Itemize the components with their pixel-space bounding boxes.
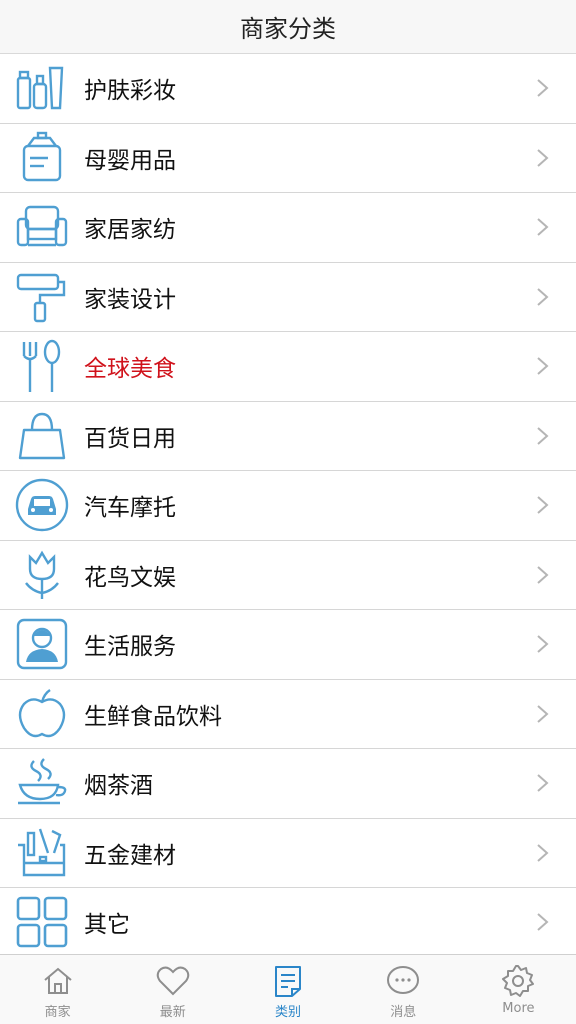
category-label: 护肤彩妆 <box>84 78 176 105</box>
category-label: 百货日用 <box>84 425 176 452</box>
tab-more[interactable]: More <box>461 955 576 1024</box>
baby-bottle-icon <box>0 123 84 192</box>
chevron-right-icon <box>537 774 549 792</box>
toolbox-icon <box>0 818 84 887</box>
tab-label: 最新 <box>159 1005 186 1020</box>
category-row-cosmetics[interactable]: 护肤彩妆 <box>0 54 576 124</box>
teacup-icon <box>0 749 84 818</box>
chevron-right-icon <box>537 496 549 514</box>
category-label: 生活服务 <box>84 634 176 661</box>
category-row-fresh[interactable]: 生鲜食品饮料 <box>0 679 576 749</box>
category-label: 家居家纺 <box>84 217 176 244</box>
category-row-daily[interactable]: 百货日用 <box>0 401 576 471</box>
category-row-baby[interactable]: 母婴用品 <box>0 123 576 193</box>
category-row-home[interactable]: 家居家纺 <box>0 193 576 263</box>
tab-label: 消息 <box>390 1005 417 1020</box>
tab-categories[interactable]: 类别 <box>230 955 345 1024</box>
gear-icon <box>502 965 535 997</box>
tab-merchants[interactable]: 商家 <box>0 955 115 1024</box>
apple-icon <box>0 679 84 748</box>
tab-label: More <box>502 1001 535 1016</box>
chat-bubble-icon <box>387 966 420 994</box>
category-row-auto[interactable]: 汽车摩托 <box>0 471 576 541</box>
category-label: 家装设计 <box>84 286 176 313</box>
category-label: 烟茶酒 <box>84 773 153 800</box>
category-label: 母婴用品 <box>84 147 176 174</box>
cosmetics-icon <box>0 54 84 123</box>
tab-bar: 商家 最新 类别 消息 More <box>0 954 576 1024</box>
service-person-icon <box>0 610 84 679</box>
paint-roller-icon <box>0 262 84 331</box>
category-row-decoration[interactable]: 家装设计 <box>0 262 576 332</box>
chevron-right-icon <box>537 705 549 723</box>
tab-latest[interactable]: 最新 <box>115 955 230 1024</box>
category-label: 汽车摩托 <box>84 495 176 522</box>
category-row-food[interactable]: 全球美食 <box>0 332 576 402</box>
chevron-right-icon <box>537 427 549 445</box>
list-note-icon <box>275 966 301 997</box>
category-row-tea-wine[interactable]: 烟茶酒 <box>0 749 576 819</box>
category-row-other[interactable]: 其它 <box>0 888 576 958</box>
chevron-right-icon <box>537 218 549 236</box>
chevron-right-icon <box>537 913 549 931</box>
category-list[interactable]: 护肤彩妆 母婴用品 家居家纺 家装设计 全球美食 百货日用 汽车摩托 花鸟文娱 … <box>0 54 576 958</box>
car-icon <box>0 471 84 540</box>
tab-messages[interactable]: 消息 <box>346 955 461 1024</box>
category-label: 生鲜食品饮料 <box>84 703 222 730</box>
category-label: 全球美食 <box>84 356 176 383</box>
navigation-bar: 商家分类 <box>0 0 576 54</box>
chevron-right-icon <box>537 844 549 862</box>
tulip-icon <box>0 540 84 609</box>
page-title: 商家分类 <box>240 15 336 43</box>
chevron-right-icon <box>537 357 549 375</box>
chevron-right-icon <box>537 635 549 653</box>
category-label: 其它 <box>84 912 130 939</box>
category-row-hardware[interactable]: 五金建材 <box>0 818 576 888</box>
sofa-icon <box>0 193 84 262</box>
tab-label: 类别 <box>275 1005 302 1020</box>
category-row-services[interactable]: 生活服务 <box>0 610 576 680</box>
tab-label: 商家 <box>44 1005 71 1020</box>
category-label: 五金建材 <box>84 842 176 869</box>
chevron-right-icon <box>537 566 549 584</box>
app-screen: 商家分类 护肤彩妆 母婴用品 家居家纺 家装设计 全球美食 百货日用 汽车摩托 … <box>0 0 576 1024</box>
home-icon <box>43 967 72 994</box>
category-row-flowers[interactable]: 花鸟文娱 <box>0 540 576 610</box>
grid-icon <box>0 888 84 957</box>
fork-spoon-icon <box>0 332 84 401</box>
heart-icon <box>156 966 190 996</box>
category-label: 花鸟文娱 <box>84 564 176 591</box>
chevron-right-icon <box>537 288 549 306</box>
chevron-right-icon <box>537 149 549 167</box>
shopping-bag-icon <box>0 401 84 470</box>
chevron-right-icon <box>537 79 549 97</box>
